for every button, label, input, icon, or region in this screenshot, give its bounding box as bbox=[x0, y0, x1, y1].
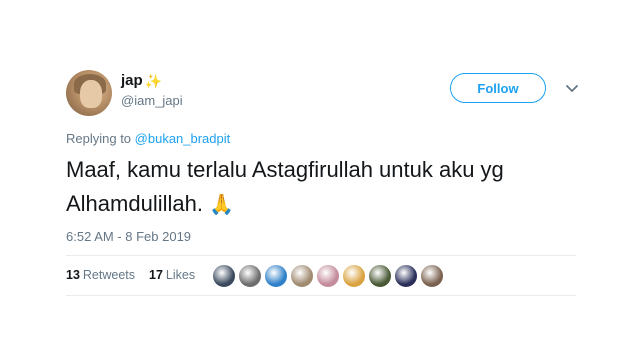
retweets-stat[interactable]: 13 Retweets bbox=[66, 268, 135, 282]
avatar[interactable] bbox=[66, 70, 112, 116]
liker-avatar[interactable] bbox=[342, 264, 366, 288]
liker-avatar[interactable] bbox=[290, 264, 314, 288]
likes-count: 17 bbox=[149, 268, 163, 282]
follow-button[interactable]: Follow bbox=[450, 73, 546, 103]
divider bbox=[66, 255, 576, 256]
avatar-face bbox=[80, 80, 102, 108]
liker-avatar[interactable] bbox=[316, 264, 340, 288]
likes-label: Likes bbox=[165, 268, 196, 282]
retweets-count: 13 bbox=[66, 268, 80, 282]
liker-avatar[interactable] bbox=[420, 264, 444, 288]
liker-avatar[interactable] bbox=[264, 264, 288, 288]
tweet-timestamp[interactable]: 6:52 AM - 8 Feb 2019 bbox=[66, 229, 191, 244]
chevron-down-icon[interactable] bbox=[565, 84, 579, 94]
reply-prefix: Replying to bbox=[66, 131, 135, 146]
sparkle-icon: ✨ bbox=[144, 72, 163, 89]
liker-avatar[interactable] bbox=[238, 264, 262, 288]
retweets-label: Retweets bbox=[82, 268, 136, 282]
user-handle[interactable]: @iam_japi bbox=[121, 93, 183, 108]
liker-avatar[interactable] bbox=[212, 264, 236, 288]
user-name-row: jap ✨ bbox=[121, 72, 162, 89]
engagement-stats: 13 Retweets 17 Likes bbox=[66, 268, 209, 282]
liker-avatars bbox=[212, 264, 446, 288]
liker-avatar[interactable] bbox=[394, 264, 418, 288]
reply-target-link[interactable]: @bukan_bradpit bbox=[135, 131, 231, 146]
display-name[interactable]: jap bbox=[121, 72, 143, 89]
reply-context: Replying to @bukan_bradpit bbox=[66, 131, 230, 146]
divider bbox=[66, 295, 576, 296]
tweet-text: Maaf, kamu terlalu Astagfirullah untuk a… bbox=[66, 153, 586, 222]
liker-avatar[interactable] bbox=[368, 264, 392, 288]
likes-stat[interactable]: 17 Likes bbox=[149, 268, 195, 282]
praying-hands-icon: 🙏 bbox=[209, 194, 234, 216]
tweet-body: Maaf, kamu terlalu Astagfirullah untuk a… bbox=[66, 157, 504, 216]
tweet-card: jap ✨ @iam_japi Follow Replying to @buka… bbox=[0, 0, 640, 360]
